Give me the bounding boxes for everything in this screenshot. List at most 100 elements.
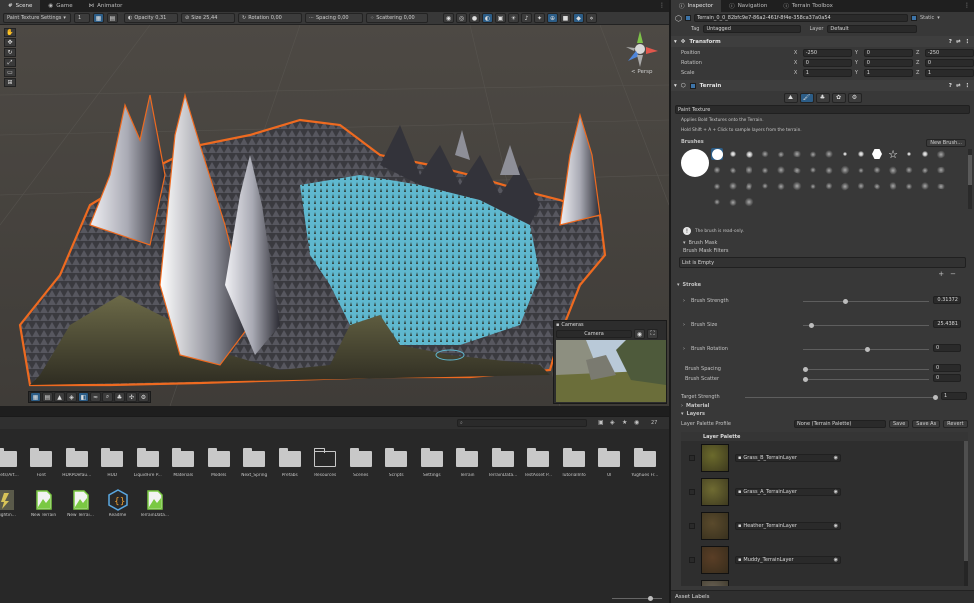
brush-spacing-slider[interactable] xyxy=(803,367,929,372)
layer-scrollbar[interactable] xyxy=(964,441,968,586)
terrain-layer-row[interactable]: ▪ Heather_TerrainLayer ◉ xyxy=(681,509,968,543)
brush-size-value[interactable]: 25.4381 xyxy=(933,320,961,328)
hand-tool-icon[interactable]: ✋ xyxy=(4,28,16,37)
scattering-field[interactable]: ⁘ Scattering 0,00 xyxy=(366,13,428,23)
overlay-paint-icon[interactable]: ◈ xyxy=(66,392,77,402)
terrain-tree-icon[interactable]: ♣ xyxy=(815,92,830,103)
visibility-icon[interactable]: ◉ xyxy=(634,419,639,426)
gizmo-menu-icon[interactable]: ⋄ xyxy=(586,13,597,23)
effects-icon[interactable]: ✦ xyxy=(534,13,545,23)
layer-dropdown[interactable]: Default xyxy=(827,25,918,33)
shading-icon[interactable]: ◉ xyxy=(443,13,454,23)
transform-y-field[interactable]: 0 xyxy=(863,59,913,67)
terrain-detail-icon[interactable]: ✿ xyxy=(831,92,846,103)
stroke-header[interactable]: ▾ Stroke xyxy=(671,280,974,290)
filter-label-icon[interactable]: ◈ xyxy=(610,419,615,426)
preset-icon[interactable]: ⇌ xyxy=(956,83,961,89)
move-tool-icon[interactable]: ✥ xyxy=(4,38,16,47)
object-picker-icon[interactable]: ◉ xyxy=(834,489,838,495)
asset-item[interactable]: New Terrain xyxy=(25,489,62,518)
inspector-menu-icon[interactable]: ⋮ xyxy=(964,2,970,9)
folder-item[interactable]: Font xyxy=(24,448,60,478)
terrain-enabled-checkbox[interactable] xyxy=(689,82,696,89)
spacing-field[interactable]: ⋯ Spacing 0,00 xyxy=(305,13,363,23)
brush-rotation-slider[interactable] xyxy=(803,347,929,352)
brush-scrollbar[interactable] xyxy=(968,149,972,209)
brush-scatter-value[interactable]: 0 xyxy=(933,374,961,382)
camera-lock-icon[interactable]: ◉ xyxy=(634,329,645,339)
tab-scene[interactable]: # Scene xyxy=(0,0,41,12)
layer-object-field[interactable]: ▪ Muddy_TerrainLayer ◉ xyxy=(735,556,841,564)
brush-thumbnail[interactable] xyxy=(743,164,755,176)
tab-navigation[interactable]: ⓘ Navigation xyxy=(721,0,775,12)
expand-arrow-icon[interactable]: › xyxy=(683,322,685,328)
terrain-layer-row[interactable]: ▪ Grass_B_TerrainLayer ◉ xyxy=(681,441,968,475)
asset-item[interactable]: {} Readme xyxy=(99,489,136,518)
brush-thumbnail[interactable] xyxy=(903,148,915,160)
brush-thumbnail[interactable] xyxy=(887,180,899,192)
layer-checkbox[interactable] xyxy=(689,523,695,529)
gizmos-icon[interactable]: ⊕ xyxy=(547,13,558,23)
brush-thumbnail[interactable] xyxy=(759,148,771,160)
brush-thumbnail[interactable] xyxy=(823,148,835,160)
camera-expand-icon[interactable]: ⛶ xyxy=(647,329,658,339)
brush-mask-row[interactable]: ▾ Brush Mask xyxy=(671,239,974,247)
overlay-texture-icon[interactable]: ◧ xyxy=(78,392,89,402)
brush-spacing-value[interactable]: 0 xyxy=(933,364,961,372)
component-menu-icon[interactable]: ⋮ xyxy=(965,39,971,45)
brush-thumbnail[interactable] xyxy=(935,148,947,160)
brush-strength-value[interactable]: 0.31372 xyxy=(933,296,961,304)
layers-foldout[interactable]: ▾ Layers xyxy=(671,410,974,418)
brush-thumbnail[interactable]: ☆ xyxy=(887,148,899,161)
audio-icon[interactable]: ♪ xyxy=(521,13,532,23)
object-active-checkbox[interactable] xyxy=(684,15,691,21)
scene-vis-icon[interactable]: ◆ xyxy=(573,13,584,23)
brush-thumbnail[interactable] xyxy=(838,180,852,192)
brush-size-knob[interactable] xyxy=(809,323,814,328)
brush-thumbnail[interactable] xyxy=(871,164,883,176)
target-strength-slider[interactable] xyxy=(745,395,938,400)
object-picker-icon[interactable]: ◉ xyxy=(834,455,838,461)
layer-object-field[interactable]: ▪ Grass_B_TerrainLayer ◉ xyxy=(735,454,841,462)
brush-thumbnail[interactable] xyxy=(727,148,739,160)
overlay-search-icon[interactable]: ⌕ xyxy=(102,392,113,402)
brush-thumbnail[interactable] xyxy=(903,180,915,192)
rect-tool-icon[interactable]: ▭ xyxy=(4,68,16,77)
rotation-field[interactable]: ↻ Rotation 0,00 xyxy=(238,13,302,23)
camera-icon[interactable]: ■ xyxy=(560,13,571,23)
object-name-field[interactable]: Terrain_0_0_82bfc9e7-86a2-461f-8f4e-358c… xyxy=(693,14,908,22)
scene-viewport[interactable]: ✋ ✥ ↻ ⤢ ▭ ⊞ < Persp ▦ ▤ ▲ ◈ ◧ ≈ ⌕ ♣ ✣ ⚙ xyxy=(0,25,669,406)
brush-number-field[interactable]: 1 xyxy=(74,13,90,23)
tab-animator[interactable]: ⋈ Animator xyxy=(81,0,131,12)
brush-thumbnail[interactable] xyxy=(743,195,755,209)
brush-thumbnail[interactable] xyxy=(855,164,867,176)
folder-item[interactable]: Scripts xyxy=(379,448,415,478)
brush-thumbnail[interactable] xyxy=(727,164,739,176)
brush-thumbnail[interactable] xyxy=(791,148,803,160)
project-search-input[interactable]: ⌕ xyxy=(457,419,587,427)
brush-thumbnail[interactable] xyxy=(823,180,835,192)
rotate-tool-icon[interactable]: ↻ xyxy=(4,48,16,57)
terrain-layer-row[interactable]: ▪Rock_TerrainLayer◉ xyxy=(681,577,968,586)
brush-thumbnail[interactable] xyxy=(903,164,915,176)
transform-x-field[interactable]: 1 xyxy=(802,69,852,77)
static-checkbox[interactable] xyxy=(910,15,917,21)
brush-thumbnail[interactable] xyxy=(807,148,819,160)
brush-thumbnail[interactable] xyxy=(855,180,867,192)
brush-thumbnail[interactable] xyxy=(871,180,883,192)
folder-item[interactable]: Models xyxy=(201,448,237,478)
palette-profile-field[interactable]: None (Terrain Palette) xyxy=(794,420,886,428)
revert-button[interactable]: Revert xyxy=(943,420,968,428)
folder-item[interactable]: Scenes xyxy=(343,448,379,478)
overlay-neighbor-icon[interactable]: ▤ xyxy=(42,392,53,402)
opacity-field[interactable]: ◐ Opacity 0,31 xyxy=(124,13,178,23)
transform-y-field[interactable]: 1 xyxy=(863,69,913,77)
lit-icon[interactable]: ● xyxy=(469,13,480,23)
brush-thumbnail[interactable] xyxy=(711,148,723,160)
folder-item[interactable]: Yughues Fr... xyxy=(627,448,663,478)
asset-item[interactable]: TerrainData... xyxy=(136,489,173,518)
expand-arrow-icon[interactable]: › xyxy=(683,298,685,304)
brush-thumbnail[interactable] xyxy=(838,163,852,177)
terrain-header[interactable]: ▾ ⬡ Terrain ? ⇌ ⋮ xyxy=(671,80,974,91)
camera-select[interactable]: Camera xyxy=(556,330,632,338)
